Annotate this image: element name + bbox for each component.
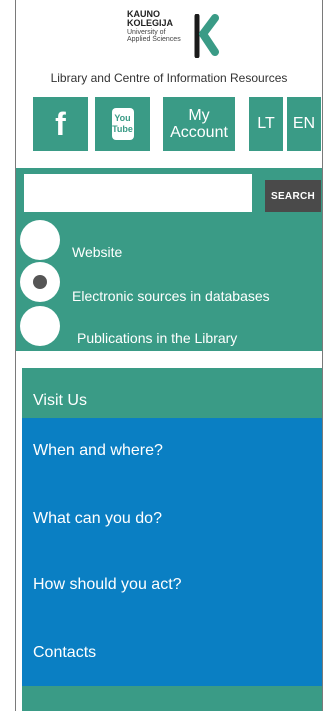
search-button[interactable]: SEARCH xyxy=(265,180,321,212)
nav-item-when-and-where[interactable]: When and where? xyxy=(33,442,163,460)
library-title: Library and Centre of Information Resour… xyxy=(50,71,288,85)
my-account-line-1: My xyxy=(188,107,210,124)
logo-k-mark-icon xyxy=(194,14,219,58)
facebook-button[interactable]: f xyxy=(33,97,88,151)
radio-website[interactable] xyxy=(20,220,60,260)
kauno-kolegija-logo[interactable]: KAUNO KOLEGIJA University of Applied Sci… xyxy=(127,10,219,62)
radio-label-publications[interactable]: Publications in the Library xyxy=(77,330,237,346)
logo-line-3: University of xyxy=(127,29,166,36)
radio-label-website[interactable]: Website xyxy=(72,244,122,260)
my-account-line-2: Account xyxy=(170,124,228,141)
radio-publications[interactable] xyxy=(20,306,60,346)
visit-us-label: Visit Us xyxy=(33,392,87,409)
radio-label-electronic-sources[interactable]: Electronic sources in databases xyxy=(72,288,270,304)
visit-us-menu: When and where? What can you do? How sho… xyxy=(22,418,322,686)
language-en-button[interactable]: EN xyxy=(287,97,321,151)
facebook-icon: f xyxy=(55,105,66,142)
youtube-icon-line-2: Tube xyxy=(112,124,133,134)
youtube-button[interactable]: You Tube xyxy=(95,97,150,151)
youtube-icon-line-1: You xyxy=(114,113,131,123)
search-input[interactable] xyxy=(24,174,252,212)
page-border-left xyxy=(15,0,16,711)
footer-band xyxy=(22,686,322,711)
logo-line-2: KOLEGIJA xyxy=(127,18,174,28)
nav-item-how-should-you-act[interactable]: How should you act? xyxy=(33,576,182,594)
nav-item-what-can-you-do[interactable]: What can you do? xyxy=(33,510,162,528)
page-border-right xyxy=(322,0,323,711)
visit-us-heading[interactable]: Visit Us xyxy=(22,368,322,418)
logo-line-4: Applied Sciences xyxy=(127,36,181,43)
youtube-icon: You Tube xyxy=(111,108,134,140)
radio-electronic-sources[interactable] xyxy=(20,262,60,302)
language-lt-button[interactable]: LT xyxy=(249,97,283,151)
nav-item-contacts[interactable]: Contacts xyxy=(33,644,96,662)
my-account-button[interactable]: My Account xyxy=(163,97,235,151)
